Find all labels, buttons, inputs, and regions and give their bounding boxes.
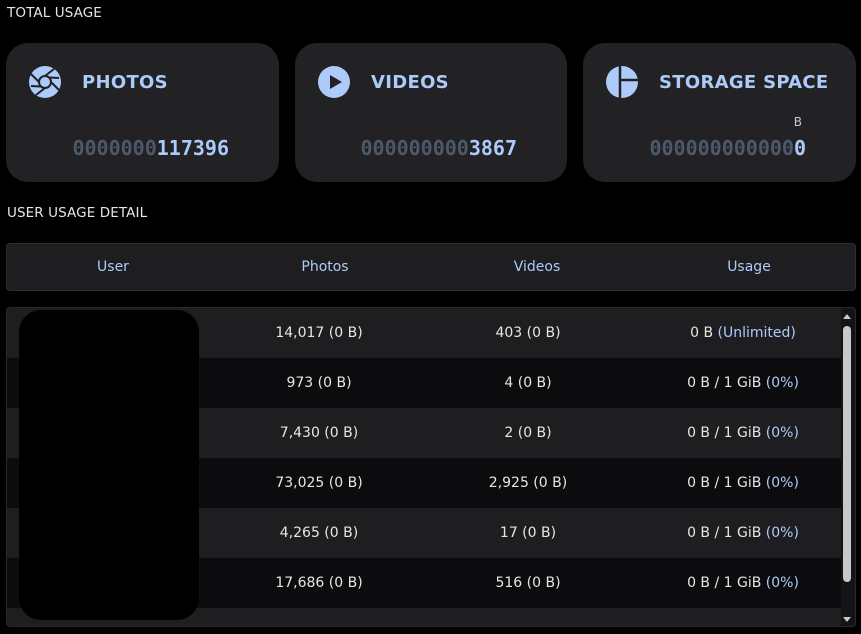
photos-cell: 14,017 (0 B) <box>275 325 363 341</box>
total-usage-title: TOTAL USAGE <box>7 5 102 21</box>
photos-cell: 7,430 (0 B) <box>279 425 359 441</box>
videos-count: 0000000003867 <box>360 136 517 160</box>
videos-card: VIDEOS 0000000003867 <box>295 43 567 182</box>
scroll-up-arrow-icon[interactable] <box>843 314 851 319</box>
photos-card-label: PHOTOS <box>82 72 168 93</box>
photos-cell: 973 (0 B) <box>286 375 352 391</box>
videos-cell: 403 (0 B) <box>495 325 561 341</box>
user-usage-title: USER USAGE DETAIL <box>7 205 148 221</box>
usage-cell: 0 B (Unlimited) <box>690 325 796 341</box>
scroll-thumb[interactable] <box>843 326 851 582</box>
videos-cell: 2 (0 B) <box>504 425 552 441</box>
scroll-down-arrow-icon[interactable] <box>843 617 851 622</box>
column-header-photos: Photos <box>301 259 349 275</box>
videos-cell: 516 (0 B) <box>495 575 561 591</box>
usage-cell: 0 B / 1 GiB (0%) <box>687 375 799 391</box>
usage-cell: 0 B / 1 GiB (0%) <box>687 575 799 591</box>
photos-cell: 4,265 (0 B) <box>279 525 359 541</box>
storage-size: 0000000000000 <box>649 136 806 160</box>
videos-cell: 4 (0 B) <box>504 375 552 391</box>
photos-card: PHOTOS 0000000117396 <box>6 43 279 182</box>
column-header-usage: Usage <box>727 259 771 275</box>
camera-aperture-icon <box>28 65 62 99</box>
play-circle-icon <box>317 65 351 99</box>
table-scrollbar[interactable] <box>841 308 853 626</box>
videos-cell: 17 (0 B) <box>499 525 557 541</box>
column-header-user: User <box>97 259 129 275</box>
usage-cell: 0 B / 1 GiB (0%) <box>687 525 799 541</box>
photos-cell: 73,025 (0 B) <box>275 475 363 491</box>
photos-count: 0000000117396 <box>72 136 229 160</box>
column-header-videos: Videos <box>513 259 561 275</box>
usage-table-body[interactable]: 14,017 (0 B) 403 (0 B) 0 B (Unlimited) 9… <box>6 307 856 627</box>
storage-card: STORAGE SPACE B 0000000000000 <box>583 43 856 182</box>
redaction-mark <box>19 310 199 620</box>
photos-cell: 17,686 (0 B) <box>275 575 363 591</box>
usage-table-header: User Photos Videos Usage <box>6 243 856 291</box>
storage-unit: B <box>793 115 802 129</box>
videos-cell: 2,925 (0 B) <box>488 475 568 491</box>
usage-cell: 0 B / 1 GiB (0%) <box>687 425 799 441</box>
usage-cell: 0 B / 1 GiB (0%) <box>687 475 799 491</box>
storage-card-label: STORAGE SPACE <box>659 72 829 93</box>
pie-chart-icon <box>605 65 639 99</box>
videos-card-label: VIDEOS <box>371 72 449 93</box>
